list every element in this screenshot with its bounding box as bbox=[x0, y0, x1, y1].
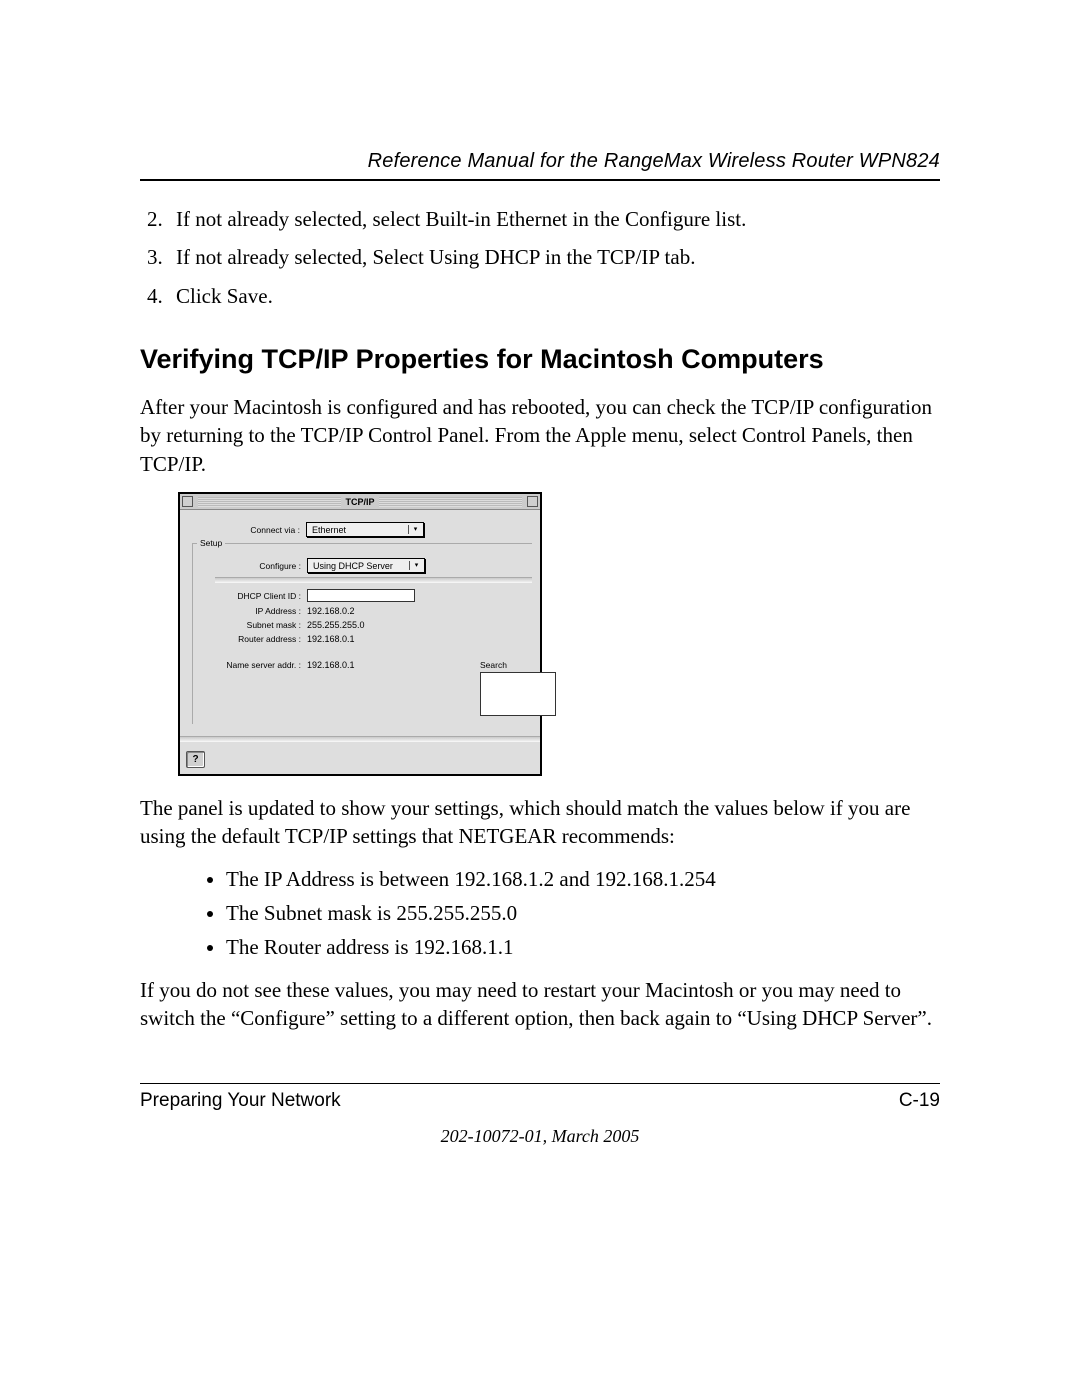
router-address-label: Router address : bbox=[215, 634, 307, 644]
name-server-label: Name server addr. : bbox=[215, 660, 307, 670]
list-item: The Router address is 192.168.1.1 bbox=[226, 933, 940, 961]
configure-label: Configure : bbox=[215, 561, 307, 571]
window-close-box[interactable] bbox=[182, 496, 193, 507]
footer-left: Preparing Your Network bbox=[140, 1090, 341, 1112]
after-panel-paragraph: The panel is updated to show your settin… bbox=[140, 794, 940, 851]
connect-via-dropdown[interactable]: Ethernet ▾ bbox=[306, 522, 424, 537]
window-title: TCP/IP bbox=[341, 497, 378, 507]
tcpip-footer: ? bbox=[180, 748, 540, 774]
configure-value: Using DHCP Server bbox=[313, 561, 393, 571]
list-item: The Subnet mask is 255.255.255.0 bbox=[226, 899, 940, 927]
dhcp-client-id-input[interactable] bbox=[307, 589, 415, 602]
closing-paragraph: If you do not see these values, you may … bbox=[140, 976, 940, 1033]
dns-block: Search domains : Name server addr. : 192… bbox=[215, 660, 532, 718]
dropdown-arrows-icon: ▾ bbox=[409, 561, 421, 570]
page-footer: Preparing Your Network C-19 202-10072-01… bbox=[140, 1083, 940, 1147]
connect-via-value: Ethernet bbox=[312, 525, 346, 535]
numbered-steps: If not already selected, select Built-in… bbox=[140, 205, 940, 310]
connect-via-label: Connect via : bbox=[214, 525, 306, 535]
header-title: Reference Manual for the RangeMax Wirele… bbox=[368, 150, 940, 172]
ip-address-value: 192.168.0.2 bbox=[307, 606, 355, 616]
tcpip-window: TCP/IP Connect via : Ethernet ▾ Setup Co… bbox=[178, 492, 542, 776]
divider bbox=[215, 577, 532, 583]
step-item: Click Save. bbox=[168, 282, 940, 310]
name-server-value: 192.168.0.1 bbox=[307, 660, 355, 670]
configure-dropdown[interactable]: Using DHCP Server ▾ bbox=[307, 558, 425, 573]
step-item: If not already selected, Select Using DH… bbox=[168, 243, 940, 271]
setup-legend: Setup bbox=[197, 538, 225, 548]
ip-address-label: IP Address : bbox=[215, 606, 307, 616]
router-address-value: 192.168.0.1 bbox=[307, 634, 355, 644]
footer-doc-id: 202-10072-01, March 2005 bbox=[140, 1126, 940, 1147]
list-item: The IP Address is between 192.168.1.2 an… bbox=[226, 865, 940, 893]
dhcp-client-id-label: DHCP Client ID : bbox=[215, 591, 307, 601]
setup-fieldset: Setup Configure : Using DHCP Server ▾ DH… bbox=[192, 543, 532, 724]
help-button[interactable]: ? bbox=[186, 751, 205, 768]
recommended-values-list: The IP Address is between 192.168.1.2 an… bbox=[140, 865, 940, 962]
tcpip-titlebar: TCP/IP bbox=[180, 494, 540, 510]
window-collapse-box[interactable] bbox=[527, 496, 538, 507]
subnet-mask-label: Subnet mask : bbox=[215, 620, 307, 630]
intro-paragraph: After your Macintosh is configured and h… bbox=[140, 393, 940, 478]
titlebar-stripes: TCP/IP bbox=[198, 497, 522, 507]
footer-page-number: C-19 bbox=[899, 1090, 940, 1112]
help-icon: ? bbox=[192, 754, 198, 765]
tcpip-body: Connect via : Ethernet ▾ Setup Configure… bbox=[180, 510, 540, 734]
document-page: Reference Manual for the RangeMax Wirele… bbox=[0, 0, 1080, 1397]
step-item: If not already selected, select Built-in… bbox=[168, 205, 940, 233]
section-heading: Verifying TCP/IP Properties for Macintos… bbox=[140, 344, 940, 375]
subnet-mask-value: 255.255.255.0 bbox=[307, 620, 365, 630]
divider bbox=[180, 736, 540, 742]
dropdown-arrows-icon: ▾ bbox=[408, 525, 420, 534]
search-domains-input[interactable] bbox=[480, 672, 556, 716]
page-header: Reference Manual for the RangeMax Wirele… bbox=[140, 150, 940, 181]
